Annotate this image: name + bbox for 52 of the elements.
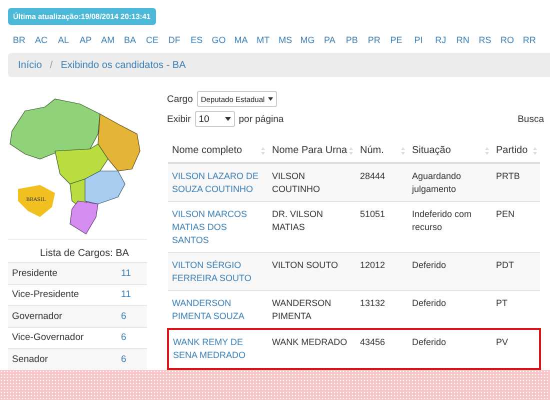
state-link[interactable]: MA (230, 35, 252, 45)
state-link[interactable]: RR (518, 35, 540, 45)
state-link[interactable]: CE (141, 35, 164, 45)
state-link[interactable]: PE (385, 35, 408, 45)
table-cell: WANK MEDRADO (268, 329, 356, 369)
search-label: Busca (518, 114, 544, 124)
table-cell: PV (492, 329, 540, 369)
caret-icon (268, 97, 273, 101)
state-link[interactable]: PB (340, 35, 363, 45)
state-link[interactable]: RS (474, 35, 496, 45)
breadcrumb-link[interactable]: Exibindo os candidatos - BA (60, 60, 186, 70)
caret-icon (224, 117, 231, 121)
sort-icon[interactable] (485, 146, 489, 154)
state-link[interactable]: RN (452, 35, 474, 45)
state-link[interactable]: AL (52, 35, 75, 45)
state-link[interactable]: MG (296, 35, 319, 45)
cargo-item[interactable]: Governador 6 (8, 305, 147, 326)
state-link[interactable]: ES (186, 35, 208, 45)
column-header[interactable]: Partido (496, 145, 528, 156)
state-link[interactable]: MT (252, 35, 274, 45)
state-link[interactable]: GO (208, 35, 230, 45)
state-link[interactable]: AM (96, 35, 119, 45)
state-link[interactable]: RJ (430, 35, 452, 45)
state-link[interactable]: AC (30, 35, 52, 45)
sort-icon[interactable] (401, 146, 405, 154)
page-size-select[interactable]: 10 (194, 111, 235, 127)
cargo-item[interactable]: Presidente 11 (8, 262, 147, 284)
state-link[interactable]: AP (74, 35, 97, 45)
breadcrumb-separator: / (50, 60, 53, 70)
table-cell: 43456 (356, 329, 408, 369)
show-label: Exibir (167, 114, 191, 124)
state-link[interactable]: PA (318, 35, 341, 45)
state-link[interactable]: DF (163, 35, 186, 45)
sort-icon[interactable] (533, 146, 537, 154)
table-cell: Deferido (408, 329, 492, 369)
column-header[interactable]: Situação (412, 145, 451, 156)
breadcrumb-link[interactable]: Início (18, 60, 42, 70)
column-header[interactable]: Núm. (360, 145, 384, 156)
sort-icon[interactable] (261, 146, 265, 154)
column-header[interactable]: Nome Para Urna (272, 145, 348, 156)
sort-icon[interactable] (349, 146, 353, 154)
state-link[interactable]: RO (496, 35, 518, 45)
cargo-label: Cargo (167, 94, 193, 104)
column-header[interactable]: Nome completo (172, 145, 242, 156)
per-page-label: por página (238, 114, 284, 124)
candidate-link[interactable]: WANK REMY DE SENA MEDRADO (168, 329, 268, 369)
cargo-item[interactable]: Senador 6 (8, 348, 147, 370)
state-link[interactable]: PR (363, 35, 386, 45)
state-link[interactable]: MS (274, 35, 296, 45)
state-link[interactable]: BR (8, 35, 30, 45)
state-link[interactable]: PI (407, 35, 430, 45)
state-link[interactable]: BA (118, 35, 142, 45)
